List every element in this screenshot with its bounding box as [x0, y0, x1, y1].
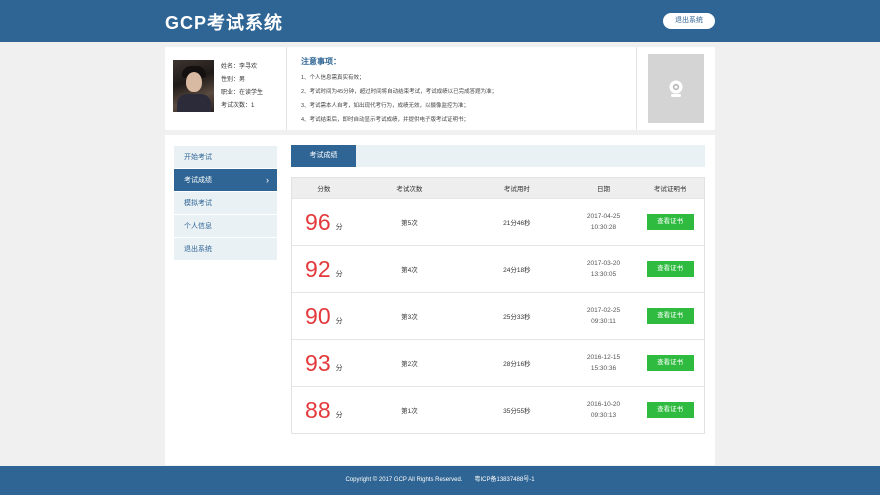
exam-date: 2016-10-20 09:30:13 [586, 401, 621, 419]
notice-title: 注意事项： [301, 57, 341, 66]
view-certificate-button[interactable]: 查看证书 [646, 308, 694, 324]
page-footer: Copyright © 2017 GCP All Rights Reserved… [0, 466, 880, 495]
sidebar-item-exam-results[interactable]: 考试成绩 › [174, 169, 277, 192]
score-cell: 93 分 [292, 340, 356, 386]
score-cell: 92 分 [292, 246, 356, 292]
score-value: 96 [305, 208, 331, 235]
chevron-right-icon: › [266, 175, 269, 185]
column-header-duration: 考试用时 [503, 186, 530, 193]
profile-card: 姓名：李寻欢 性别：男 职业：在读学生 考试次数：1 注意事项： 1、个人信息需… [165, 47, 715, 130]
exam-date: 2017-04-25 10:30:28 [586, 213, 621, 231]
score-cell: 90 分 [292, 293, 356, 339]
table-header: 分数 考试次数 考试用时 日期 考试证明书 [292, 178, 704, 198]
exam-date: 2017-03-20 13:30:05 [586, 260, 621, 278]
score-value: 93 [305, 349, 331, 376]
table-row: 93 分 第2次 28分16秒 2016-12-15 15:30:36 查看证书 [292, 339, 704, 386]
icp-text: 粤ICP备13837488号-1 [474, 477, 535, 483]
notice-item: 4、考试结束后，即时自动显示考试成绩，并提供电子版考试证明书； [301, 117, 470, 123]
copyright-text: Copyright © 2017 GCP All Rights Reserved… [345, 477, 463, 483]
column-header-date: 日期 [597, 186, 610, 193]
app-logo: GCP考试系统 [165, 13, 284, 33]
camera-preview [648, 54, 704, 123]
view-certificate-button[interactable]: 查看证书 [646, 261, 694, 277]
notice-item: 1、个人信息需真实有效； [301, 75, 365, 81]
score-cell: 96 分 [292, 199, 356, 245]
sidebar-item-profile[interactable]: 个人信息 [174, 215, 277, 238]
exam-duration: 28分16秒 [503, 361, 531, 368]
avatar [173, 60, 214, 112]
notice-panel: 注意事项： 1、个人信息需真实有效； 2、考试时间为45分钟，超过时间将自动结束… [301, 56, 497, 127]
exam-duration: 35分55秒 [503, 408, 531, 415]
exam-date: 2017-02-25 09:30:11 [586, 307, 621, 325]
score-unit: 分 [335, 271, 343, 278]
tab-bar: 考试成绩 [291, 145, 705, 167]
score-unit: 分 [335, 224, 343, 231]
exam-duration: 21分46秒 [503, 220, 531, 227]
main-panel: 开始考试 考试成绩 › 模拟考试 个人信息 退出系统 考试成绩 分数 考试次数 考… [165, 135, 715, 465]
divider [286, 47, 287, 130]
score-unit: 分 [335, 318, 343, 325]
webcam-icon [669, 80, 683, 97]
user-exam-count: 考试次数：1 [221, 103, 255, 109]
content-area: 考试成绩 分数 考试次数 考试用时 日期 考试证明书 96 分 第5次 21分46… [291, 145, 705, 434]
column-header-score: 分数 [317, 186, 331, 193]
notice-item: 3、考试需本人自考，如出现代考行为，成绩无效，以摄像监控为准； [301, 103, 470, 109]
user-gender: 性别：男 [221, 77, 246, 83]
attempt-number: 第5次 [401, 220, 418, 227]
user-name: 姓名：李寻欢 [221, 64, 258, 70]
top-header: GCP考试系统 退出系统 [0, 0, 880, 42]
notice-item: 2、考试时间为45分钟，超过时间将自动结束考试，考试成绩以已完成答题为准； [301, 89, 498, 95]
sidebar-item-label: 开始考试 [184, 154, 212, 161]
tab-exam-results[interactable]: 考试成绩 [291, 145, 356, 167]
sidebar-item-logout[interactable]: 退出系统 [174, 238, 277, 261]
table-row: 92 分 第4次 24分18秒 2017-03-20 13:30:05 查看证书 [292, 245, 704, 292]
score-cell: 88 分 [292, 387, 356, 433]
user-job: 职业：在读学生 [221, 90, 264, 96]
results-table: 分数 考试次数 考试用时 日期 考试证明书 96 分 第5次 21分46秒 201… [291, 177, 705, 434]
exam-date: 2016-12-15 15:30:36 [586, 354, 621, 372]
table-row: 90 分 第3次 25分33秒 2017-02-25 09:30:11 查看证书 [292, 292, 704, 339]
divider [636, 47, 637, 130]
view-certificate-button[interactable]: 查看证书 [646, 355, 694, 371]
sidebar-item-label: 退出系统 [184, 246, 212, 253]
attempt-number: 第4次 [401, 267, 418, 274]
score-value: 90 [305, 302, 331, 329]
score-unit: 分 [335, 412, 343, 419]
column-header-certificate: 考试证明书 [653, 186, 687, 193]
score-value: 92 [305, 255, 331, 282]
view-certificate-button[interactable]: 查看证书 [646, 214, 694, 230]
sidebar-item-label: 模拟考试 [184, 200, 212, 207]
exam-duration: 24分18秒 [503, 267, 531, 274]
sidebar-item-label: 个人信息 [184, 223, 212, 230]
table-row: 96 分 第5次 21分46秒 2017-04-25 10:30:28 查看证书 [292, 198, 704, 245]
user-meta: 姓名：李寻欢 性别：男 职业：在读学生 考试次数：1 [221, 61, 263, 113]
view-certificate-button[interactable]: 查看证书 [646, 402, 694, 418]
sidebar-item-mock-exam[interactable]: 模拟考试 [174, 192, 277, 215]
attempt-number: 第3次 [401, 314, 418, 321]
score-unit: 分 [335, 365, 343, 372]
exam-duration: 25分33秒 [503, 314, 531, 321]
sidebar-item-start-exam[interactable]: 开始考试 [174, 146, 277, 169]
attempt-number: 第2次 [401, 361, 418, 368]
logout-button[interactable]: 退出系统 [663, 13, 715, 29]
sidebar: 开始考试 考试成绩 › 模拟考试 个人信息 退出系统 [174, 146, 277, 261]
sidebar-item-label: 考试成绩 [184, 177, 212, 184]
score-value: 88 [305, 396, 331, 423]
column-header-attempt: 考试次数 [396, 186, 423, 193]
attempt-number: 第1次 [401, 408, 418, 415]
table-row: 88 分 第1次 35分55秒 2016-10-20 09:30:13 查看证书 [292, 386, 704, 433]
